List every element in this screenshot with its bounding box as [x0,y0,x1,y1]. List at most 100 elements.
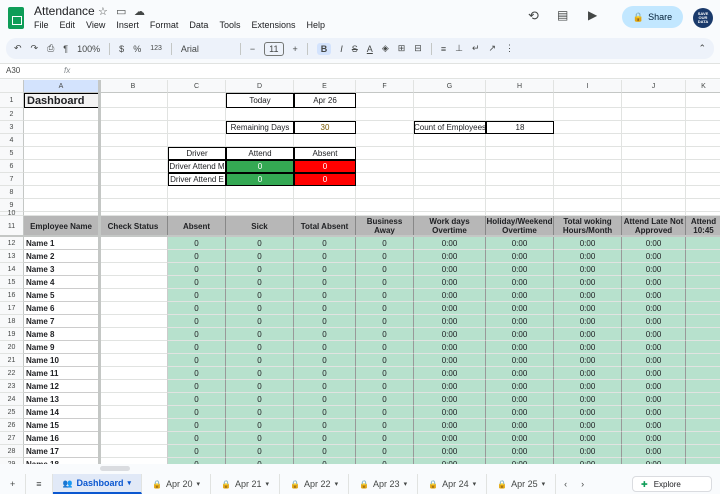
value-cell[interactable]: 0 [226,432,294,445]
dashboard-title[interactable]: Dashboard [24,93,99,108]
check-status-cell[interactable] [99,315,168,328]
value-cell[interactable]: 0 [226,380,294,393]
grid-cell[interactable] [24,108,99,121]
column-header[interactable]: E [294,80,356,93]
value-cell[interactable]: 0 [294,432,356,445]
grid-cell[interactable] [554,147,622,160]
wrap-icon[interactable]: ↵ [472,43,480,54]
value-cell[interactable]: 0 [294,328,356,341]
value-cell[interactable] [686,237,720,250]
value-cell[interactable]: 0:00 [414,458,486,464]
value-cell[interactable]: 0 [226,276,294,289]
row-header[interactable]: 5 [0,147,24,160]
row-header[interactable]: 26 [0,419,24,432]
grid-cell[interactable] [622,160,686,173]
merge-cells-icon[interactable]: ⊟ [414,43,422,54]
value-cell[interactable]: 0:00 [414,406,486,419]
check-status-cell[interactable] [99,250,168,263]
value-cell[interactable]: 0:00 [414,276,486,289]
all-sheets-button[interactable]: ≡ [26,474,53,494]
value-cell[interactable]: 0 [168,302,226,315]
grid-cell[interactable] [24,160,99,173]
value-cell[interactable]: 0 [356,380,414,393]
grid-cell[interactable] [226,199,294,212]
value-cell[interactable]: 0:00 [554,458,622,464]
value-cell[interactable]: 0:00 [486,445,554,458]
value-cell[interactable]: 0:00 [486,432,554,445]
table-header[interactable]: Check Status [99,216,168,237]
sheets-logo-icon[interactable] [8,7,24,29]
grid-cell[interactable] [554,173,622,186]
value-cell[interactable] [686,419,720,432]
driver-row-label[interactable]: Driver Attend E [168,173,226,186]
frozen-column-divider[interactable] [98,80,101,464]
check-status-cell[interactable] [99,341,168,354]
value-cell[interactable]: 0 [168,419,226,432]
grid-cell[interactable] [99,108,168,121]
grid-cell[interactable] [24,199,99,212]
employee-name[interactable]: Name 18 [24,458,99,464]
grid-cell[interactable] [414,147,486,160]
grid-cell[interactable] [356,93,414,108]
value-cell[interactable]: 0:00 [554,432,622,445]
value-cell[interactable]: 0 [226,263,294,276]
employee-name[interactable]: Name 4 [24,276,99,289]
grid-cell[interactable] [486,186,554,199]
grid-cell[interactable] [414,93,486,108]
employee-name[interactable]: Name 11 [24,367,99,380]
value-cell[interactable] [686,406,720,419]
value-cell[interactable]: 0:00 [622,250,686,263]
driver-attend-value[interactable]: 0 [226,160,294,173]
column-header[interactable]: D [226,80,294,93]
today-label[interactable]: Today [226,93,294,108]
value-cell[interactable]: 0:00 [486,406,554,419]
employee-name[interactable]: Name 9 [24,341,99,354]
value-cell[interactable]: 0 [226,302,294,315]
value-cell[interactable]: 0:00 [486,367,554,380]
column-header[interactable]: C [168,80,226,93]
value-cell[interactable]: 0 [168,328,226,341]
value-cell[interactable]: 0:00 [486,380,554,393]
value-cell[interactable]: 0:00 [554,289,622,302]
employee-name[interactable]: Name 10 [24,354,99,367]
name-box[interactable]: A30 [6,66,20,75]
check-status-cell[interactable] [99,458,168,464]
grid-cell[interactable] [99,199,168,212]
grid-cell[interactable] [168,134,226,147]
value-cell[interactable]: 0:00 [622,276,686,289]
value-cell[interactable]: 0:00 [554,393,622,406]
paint-format-icon[interactable]: ¶ [63,44,68,54]
value-cell[interactable]: 0:00 [414,354,486,367]
grid-cell[interactable] [554,134,622,147]
row-header[interactable]: 29 [0,458,24,464]
grid-cell[interactable] [356,147,414,160]
column-header[interactable]: B [99,80,168,93]
grid-cell[interactable] [622,134,686,147]
column-header[interactable]: K [686,80,720,93]
value-cell[interactable]: 0:00 [622,367,686,380]
row-header[interactable]: 14 [0,263,24,276]
value-cell[interactable]: 0:00 [486,419,554,432]
value-cell[interactable]: 0:00 [486,289,554,302]
share-button[interactable]: 🔒 Share [622,6,683,28]
grid-cell[interactable] [686,186,720,199]
value-cell[interactable]: 0:00 [622,289,686,302]
chevron-down-icon[interactable]: ▾ [197,480,201,488]
select-all-corner[interactable] [0,80,24,93]
value-cell[interactable]: 0 [294,406,356,419]
chevron-down-icon[interactable]: ▾ [542,480,546,488]
grid-cell[interactable] [554,199,622,212]
row-header[interactable]: 17 [0,302,24,315]
value-cell[interactable]: 0 [294,445,356,458]
employee-name[interactable]: Name 17 [24,445,99,458]
value-cell[interactable]: 0 [226,393,294,406]
table-header[interactable]: Attend Late Not Approved [622,216,686,237]
value-cell[interactable]: 0:00 [486,302,554,315]
grid-cell[interactable] [24,186,99,199]
value-cell[interactable]: 0:00 [486,237,554,250]
chevron-down-icon[interactable]: ▾ [335,480,339,488]
value-cell[interactable]: 0 [294,354,356,367]
grid-cell[interactable] [168,108,226,121]
grid-cell[interactable] [554,160,622,173]
row-header[interactable]: 25 [0,406,24,419]
